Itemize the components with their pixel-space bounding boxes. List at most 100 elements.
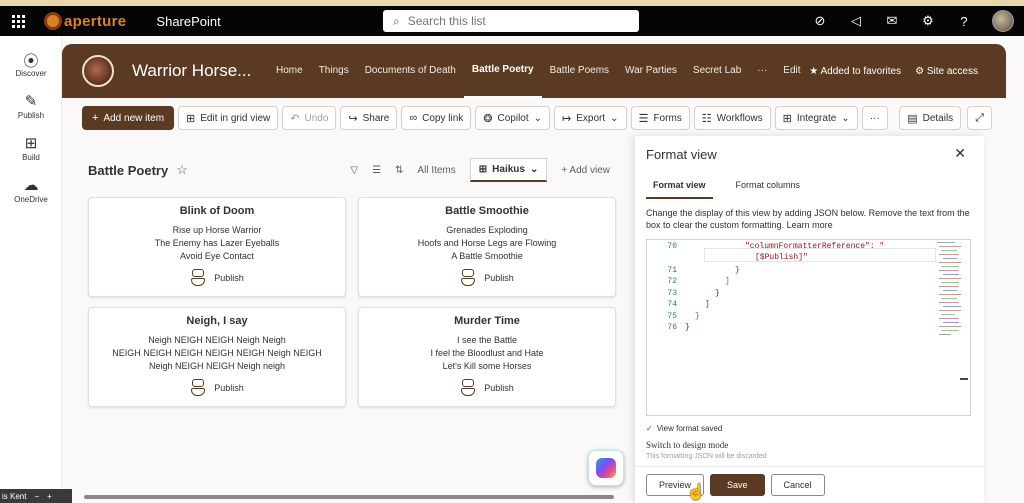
close-icon[interactable]: ✕ [954, 145, 966, 162]
nav-war-parties[interactable]: War Parties [617, 44, 685, 98]
site-actions: ★ Added to favorites ⚙ Site access [809, 44, 978, 98]
save-button[interactable]: Save [710, 474, 765, 496]
designer-icon[interactable]: ⊘ [812, 13, 828, 29]
workflows-button[interactable]: ☷ Workflows [693, 106, 771, 130]
forms-icon: ☰ [638, 112, 649, 125]
brand-logo[interactable]: aperture [44, 12, 126, 30]
appbar-item-discover[interactable]: ⦿ Discover [0, 50, 62, 78]
sort-icon[interactable]: ⇅ [395, 165, 403, 176]
nav-home[interactable]: Home [268, 44, 311, 98]
feedback-icon[interactable]: ✉ [884, 13, 900, 29]
details-button[interactable]: ▤ Details [899, 106, 962, 130]
filter-icon[interactable]: ▽ [350, 165, 358, 176]
add-view-button[interactable]: + Add view [561, 165, 610, 176]
appbar-label: Build [22, 153, 40, 162]
star-outline-icon[interactable]: ☆ [176, 162, 188, 178]
copilot-button[interactable]: ❂ Copilot ⌄ [475, 106, 551, 130]
waffle-icon [11, 14, 25, 28]
switch-design-mode-link[interactable]: Switch to design mode [646, 440, 728, 450]
line-number: 70 [667, 242, 677, 251]
search-box[interactable]: ⌕ [383, 10, 639, 32]
group-by-icon[interactable]: ☰ [372, 165, 381, 176]
cloud-icon: ☁ [23, 177, 39, 194]
favorites-button[interactable]: ★ Added to favorites [809, 66, 901, 77]
publish-button[interactable]: Publish [89, 269, 345, 286]
tile-card[interactable]: Neigh, I say Neigh NEIGH NEIGH Neigh Nei… [88, 307, 346, 407]
export-button[interactable]: ↦ Export ⌄ [554, 106, 627, 130]
code-text: } [685, 323, 690, 332]
appbar-item-onedrive[interactable]: ☁ OneDrive [0, 176, 62, 204]
tab-format-view[interactable]: Format view [646, 178, 713, 199]
site-logo[interactable] [82, 55, 114, 87]
chevron-down-icon: ⌄ [610, 112, 619, 124]
publish-button[interactable]: Publish [359, 379, 615, 396]
publish-button[interactable]: Publish [89, 379, 345, 396]
copy-link-button[interactable]: ∞ Copy link [401, 106, 472, 130]
publish-label: Publish [214, 382, 244, 393]
forms-button[interactable]: ☰ Forms [630, 106, 690, 130]
search-input[interactable] [407, 14, 608, 28]
appbar-item-build[interactable]: ⊞ Build [0, 134, 62, 162]
tile-card[interactable]: Blink of Doom Rise up Horse Warrior The … [88, 197, 346, 297]
settings-gear-icon[interactable]: ⚙ [920, 13, 936, 29]
nav-secret-lab[interactable]: Secret Lab [685, 44, 749, 98]
help-icon[interactable]: ? [956, 14, 972, 29]
add-view-label: Add view [569, 164, 610, 176]
editor-minimap[interactable] [937, 242, 963, 342]
nav-battle-poems[interactable]: Battle Poems [542, 44, 617, 98]
tab-format-columns[interactable]: Format columns [729, 178, 808, 199]
code-line: 73 } [647, 289, 937, 300]
expand-button[interactable]: ⤢ [967, 106, 992, 130]
publish-label: Publish [484, 272, 514, 283]
app-name[interactable]: SharePoint [156, 14, 220, 29]
plus-icon[interactable]: + [47, 492, 52, 501]
current-view-selector[interactable]: ⊞ Haikus ⌄ [469, 158, 548, 182]
view-all-items[interactable]: All Items [417, 165, 455, 176]
tile-line: NEIGH NEIGH NEIGH NEIGH NEIGH Neigh NEIG… [112, 348, 322, 358]
publish-button[interactable]: Publish [359, 269, 615, 286]
more-commands-button[interactable]: ··· [861, 106, 888, 130]
nav-edit[interactable]: Edit [775, 44, 808, 98]
user-avatar[interactable] [992, 10, 1014, 32]
tile-line: Neigh NEIGH NEIGH Neigh neigh [148, 361, 286, 371]
details-label: Details [922, 112, 954, 124]
pane-description: Change the display of this view by addin… [646, 207, 971, 231]
tile-card[interactable]: Murder Time I see the Battle I feel the … [358, 307, 616, 407]
appbar-label: Discover [15, 69, 47, 78]
table-icon: ⊞ [186, 112, 196, 125]
json-editor[interactable]: 70 "columnFormatterReference": " [$Publi… [646, 239, 971, 416]
tile-lines: Rise up Horse Warrior The Enemy has Laze… [89, 224, 345, 263]
share-button[interactable]: ↪ Share [340, 106, 398, 130]
tile-line: The Enemy has Lazer Eyeballs [154, 238, 280, 248]
minus-icon[interactable]: − [34, 492, 39, 501]
add-new-item-button[interactable]: + Add new item [82, 106, 175, 130]
cancel-button[interactable]: Cancel [770, 474, 825, 496]
copilot-label: Copilot [497, 112, 529, 124]
tile-title: Murder Time [454, 315, 520, 327]
nav-things[interactable]: Things [311, 44, 357, 98]
nav-battle-poetry[interactable]: Battle Poetry [463, 44, 542, 98]
line-number: 72 [667, 277, 677, 286]
horizontal-scrollbar[interactable] [84, 495, 614, 499]
integrate-button[interactable]: ⊞ Integrate ⌄ [774, 106, 858, 130]
appbar-item-publish[interactable]: ✎ Publish [0, 92, 62, 120]
learn-more-link[interactable]: Learn more [787, 220, 833, 230]
gallery-icon: ⊞ [478, 164, 488, 175]
nav-more[interactable]: ··· [749, 44, 775, 98]
megaphone-icon[interactable]: ◁ [848, 13, 864, 29]
site-access-button[interactable]: ⚙ Site access [915, 66, 978, 77]
edit-grid-view-button[interactable]: ⊞ Edit in grid view [178, 106, 279, 130]
nav-documents-of-death[interactable]: Documents of Death [357, 44, 464, 98]
export-label: Export [576, 112, 606, 124]
code-text: } [715, 289, 720, 298]
checkmark-icon: ✓ [646, 424, 653, 433]
details-icon: ▤ [907, 112, 918, 125]
site-title[interactable]: Warrior Horse... [132, 61, 252, 81]
copilot-fab-button[interactable] [588, 450, 624, 486]
undo-button[interactable]: ↶ Undo [282, 106, 337, 130]
tile-card[interactable]: Battle Smoothie Grenades Exploding Hoofs… [358, 197, 616, 297]
code-line: 74 ] [647, 300, 937, 311]
tile-title: Blink of Doom [179, 205, 255, 217]
list-header: Battle Poetry ☆ ▽ ☰ ⇅ All Items ⊞ Haikus… [80, 150, 620, 190]
app-launcher-button[interactable] [0, 6, 36, 36]
